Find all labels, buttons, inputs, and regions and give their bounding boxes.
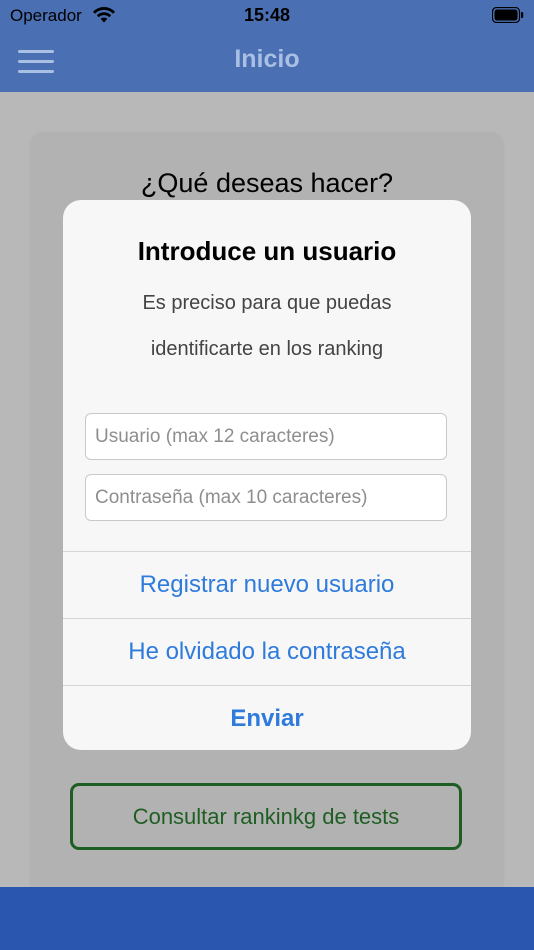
ranking-button[interactable]: Consultar rankinkg de tests <box>70 783 462 850</box>
page-title: Inicio <box>234 45 300 73</box>
login-alert-dialog: Introduce un usuario Es preciso para que… <box>63 200 471 750</box>
username-input[interactable] <box>85 413 447 460</box>
send-button[interactable]: Enviar <box>63 686 471 750</box>
forgot-password-button[interactable]: He olvidado la contraseña <box>63 619 471 685</box>
alert-title: Introduce un usuario <box>137 236 397 266</box>
register-button[interactable]: Registrar nuevo usuario <box>63 552 471 618</box>
clock: 15:48 <box>243 5 291 25</box>
alert-message-line1: Es preciso para que puedas <box>142 292 392 314</box>
battery-icon <box>492 7 524 23</box>
nav-bar: Inicio <box>0 31 534 92</box>
password-input[interactable] <box>85 474 447 521</box>
question-heading: ¿Qué deseas hacer? <box>140 168 394 198</box>
alert-message-line2: identificarte en los ranking <box>150 338 384 360</box>
status-bar: Operador 15:48 <box>0 0 534 31</box>
bottom-bar <box>0 887 534 950</box>
